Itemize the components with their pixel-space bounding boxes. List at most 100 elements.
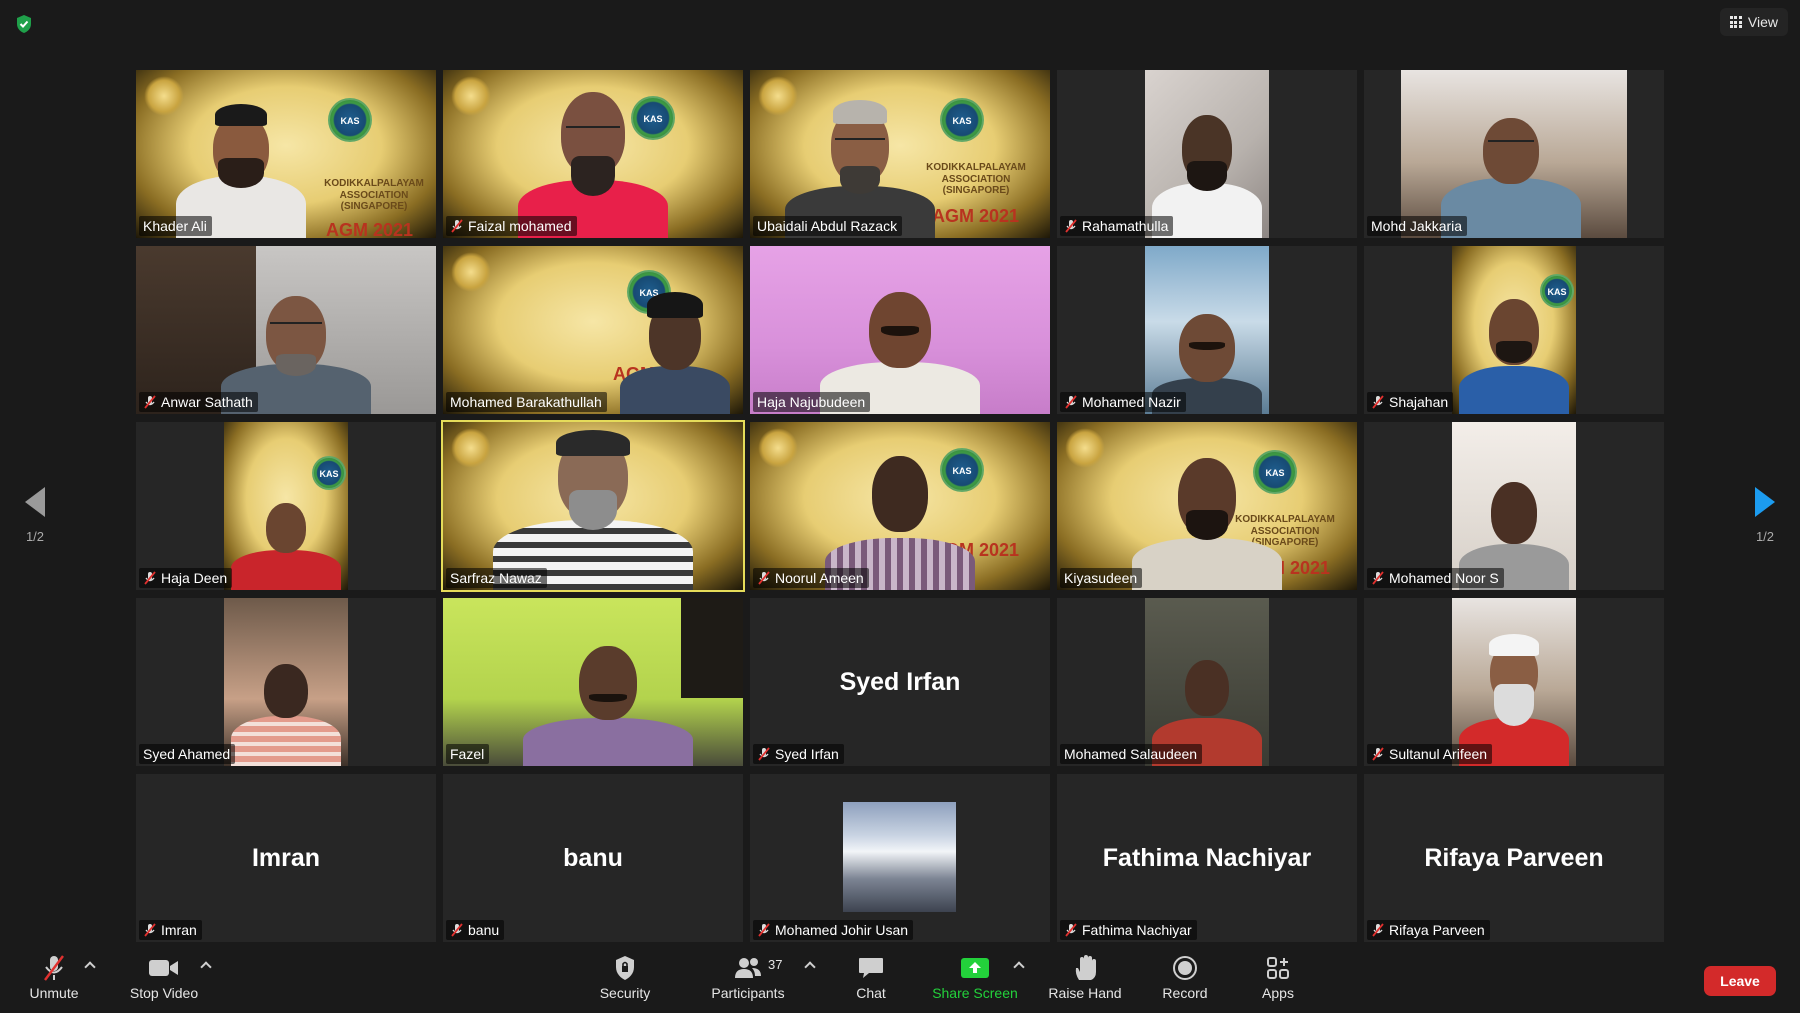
leave-meeting-button[interactable]: Leave: [1704, 966, 1776, 996]
participant-tile[interactable]: Mohamed Noor S: [1364, 422, 1664, 590]
participant-tile[interactable]: Rifaya Parveen Rifaya Parveen: [1364, 774, 1664, 942]
view-button[interactable]: View: [1719, 8, 1788, 36]
participant-video: [443, 422, 743, 590]
participant-tile[interactable]: Rahamathulla: [1057, 70, 1357, 238]
participant-name-label: Sarfraz Nawaz: [446, 568, 547, 588]
muted-microphone-icon: [1372, 571, 1384, 585]
security-shield-icon: [616, 956, 634, 980]
muted-microphone-icon: [1065, 923, 1077, 937]
view-label: View: [1747, 14, 1778, 30]
participant-tile[interactable]: Fathima Nachiyar Fathima Nachiyar: [1057, 774, 1357, 942]
unmute-button[interactable]: Unmute: [24, 953, 84, 1011]
page-indicator-left: 1/2: [25, 529, 45, 544]
participant-tile[interactable]: Sultanul Arifeen: [1364, 598, 1664, 766]
muted-microphone-icon: [1065, 395, 1077, 409]
participant-name-label: Mohamed Salaudeen: [1060, 744, 1203, 764]
participant-tile[interactable]: Mohd Jakkaria: [1364, 70, 1664, 238]
raise-hand-button[interactable]: Raise Hand: [1048, 953, 1122, 1011]
stop-video-button[interactable]: Stop Video: [124, 953, 204, 1011]
muted-microphone-icon: [758, 571, 770, 585]
participant-name-label: Ubaidali Abdul Razack: [753, 216, 903, 236]
participant-name-label: Sultanul Arifeen: [1367, 744, 1493, 764]
participant-tile[interactable]: Haja Najubudeen: [750, 246, 1050, 414]
participant-name-label: Mohamed Nazir: [1060, 392, 1186, 412]
participant-name-label: Syed Irfan: [753, 744, 844, 764]
participant-tile[interactable]: Syed Irfan Syed Irfan: [750, 598, 1050, 766]
encryption-shield-icon[interactable]: [15, 14, 33, 34]
participant-name-label: Kiyasudeen: [1060, 568, 1143, 588]
participant-tile[interactable]: KAS Shajahan: [1364, 246, 1664, 414]
record-icon: [1173, 956, 1197, 980]
participant-tile[interactable]: KAS AGM 2021 Noorul Ameen: [750, 422, 1050, 590]
muted-microphone-icon: [144, 923, 156, 937]
video-camera-icon: [149, 960, 178, 976]
participant-video: KAS KODIKKALPALAYAM ASSOCIATION (SINGAPORE…: [136, 70, 436, 238]
muted-microphone-icon: [758, 747, 770, 761]
meeting-controls-toolbar: Unmute Stop Video Security Participants …: [0, 947, 1800, 1013]
participant-name-label: Noorul Ameen: [753, 568, 869, 588]
audio-options-caret[interactable]: [84, 961, 96, 973]
participant-video: [1452, 598, 1576, 766]
muted-microphone-icon: [1372, 923, 1384, 937]
security-button[interactable]: Security: [595, 953, 655, 1011]
participant-tile[interactable]: Mohamed Johir Usan: [750, 774, 1050, 942]
participant-tile[interactable]: KAS KODIKKALPALAYAM ASSOCIATION (SINGAPORE…: [750, 70, 1050, 238]
participant-name-label: Haja Najubudeen: [753, 392, 871, 412]
participant-tile[interactable]: Mohamed Nazir: [1057, 246, 1357, 414]
participant-tile[interactable]: Syed Ahamed: [136, 598, 436, 766]
participant-video: KAS AGM 2021: [750, 422, 1050, 590]
participant-name-label: banu: [446, 920, 505, 940]
participant-video: [1145, 598, 1269, 766]
participant-name-label: Mohd Jakkaria: [1367, 216, 1468, 236]
arrow-right-icon: [1755, 487, 1775, 517]
grid-icon: [1729, 16, 1742, 28]
participant-tile[interactable]: Imran Imran: [136, 774, 436, 942]
participant-tile[interactable]: KAS Faizal mohamed: [443, 70, 743, 238]
video-gallery: KAS KODIKKALPALAYAM ASSOCIATION (SINGAPORE…: [136, 70, 1664, 944]
share-screen-button[interactable]: Share Screen: [930, 953, 1020, 1011]
participants-icon: [735, 958, 761, 978]
participant-video: [136, 246, 436, 414]
chat-button[interactable]: Chat: [850, 953, 892, 1011]
participant-display-name: Fathima Nachiyar: [1102, 844, 1312, 872]
muted-microphone-icon: [758, 923, 770, 937]
previous-page-button[interactable]: 1/2: [20, 487, 50, 544]
participant-display-name: Syed Irfan: [839, 668, 961, 696]
zoom-meeting-window: View 1/2 1/2 KAS KODIKKALPALAYAM ASSOCIAT…: [0, 0, 1800, 1013]
participant-video: KAS KODIKKALPALAYAM ASSOCIATION (SINGAPORE…: [750, 70, 1050, 238]
apps-icon: [1267, 957, 1289, 979]
muted-microphone-icon: [451, 923, 463, 937]
participant-name-label: Anwar Sathath: [139, 392, 258, 412]
participant-name-label: Rahamathulla: [1060, 216, 1174, 236]
participant-name-label: Mohamed Noor S: [1367, 568, 1504, 588]
next-page-button[interactable]: 1/2: [1750, 487, 1780, 544]
participant-tile[interactable]: Fazel: [443, 598, 743, 766]
participant-display-name: Imran: [251, 844, 321, 872]
participant-name-label: Fazel: [446, 744, 490, 764]
participant-video: KAS: [224, 422, 348, 590]
participant-tile[interactable]: banu banu: [443, 774, 743, 942]
participant-video: [750, 246, 1050, 414]
participant-name-label: Mohamed Barakathullah: [446, 392, 607, 412]
participant-video: [1401, 70, 1627, 238]
participant-video: [1145, 246, 1269, 414]
participant-display-name: Rifaya Parveen: [1424, 844, 1604, 872]
record-button[interactable]: Record: [1160, 953, 1210, 1011]
participant-name-label: Imran: [139, 920, 202, 940]
muted-microphone-icon: [451, 219, 463, 233]
participant-tile[interactable]: KAS KODIKKALPALAYAM ASSOCIATION (SINGAPORE…: [136, 70, 436, 238]
participant-tile[interactable]: KAS AGM 2021 Mohamed Barakathullah: [443, 246, 743, 414]
participant-tile[interactable]: Anwar Sathath: [136, 246, 436, 414]
participant-tile[interactable]: Mohamed Salaudeen: [1057, 598, 1357, 766]
apps-button[interactable]: Apps: [1258, 953, 1298, 1011]
chat-bubble-icon: [859, 958, 883, 978]
participant-name-label: Faizal mohamed: [446, 216, 577, 236]
participant-tile[interactable]: KAS KODIKKALPALAYAM ASSOCIATION (SINGAPORE…: [1057, 422, 1357, 590]
muted-microphone-icon: [1372, 747, 1384, 761]
participant-video: [1452, 422, 1576, 590]
participant-name-label: Shajahan: [1367, 392, 1454, 412]
participant-tile[interactable]: KAS Haja Deen: [136, 422, 436, 590]
participant-name-label: Syed Ahamed: [139, 744, 236, 764]
participants-options-caret[interactable]: [804, 961, 816, 973]
participant-tile-active-speaker[interactable]: Sarfraz Nawaz: [441, 420, 745, 592]
